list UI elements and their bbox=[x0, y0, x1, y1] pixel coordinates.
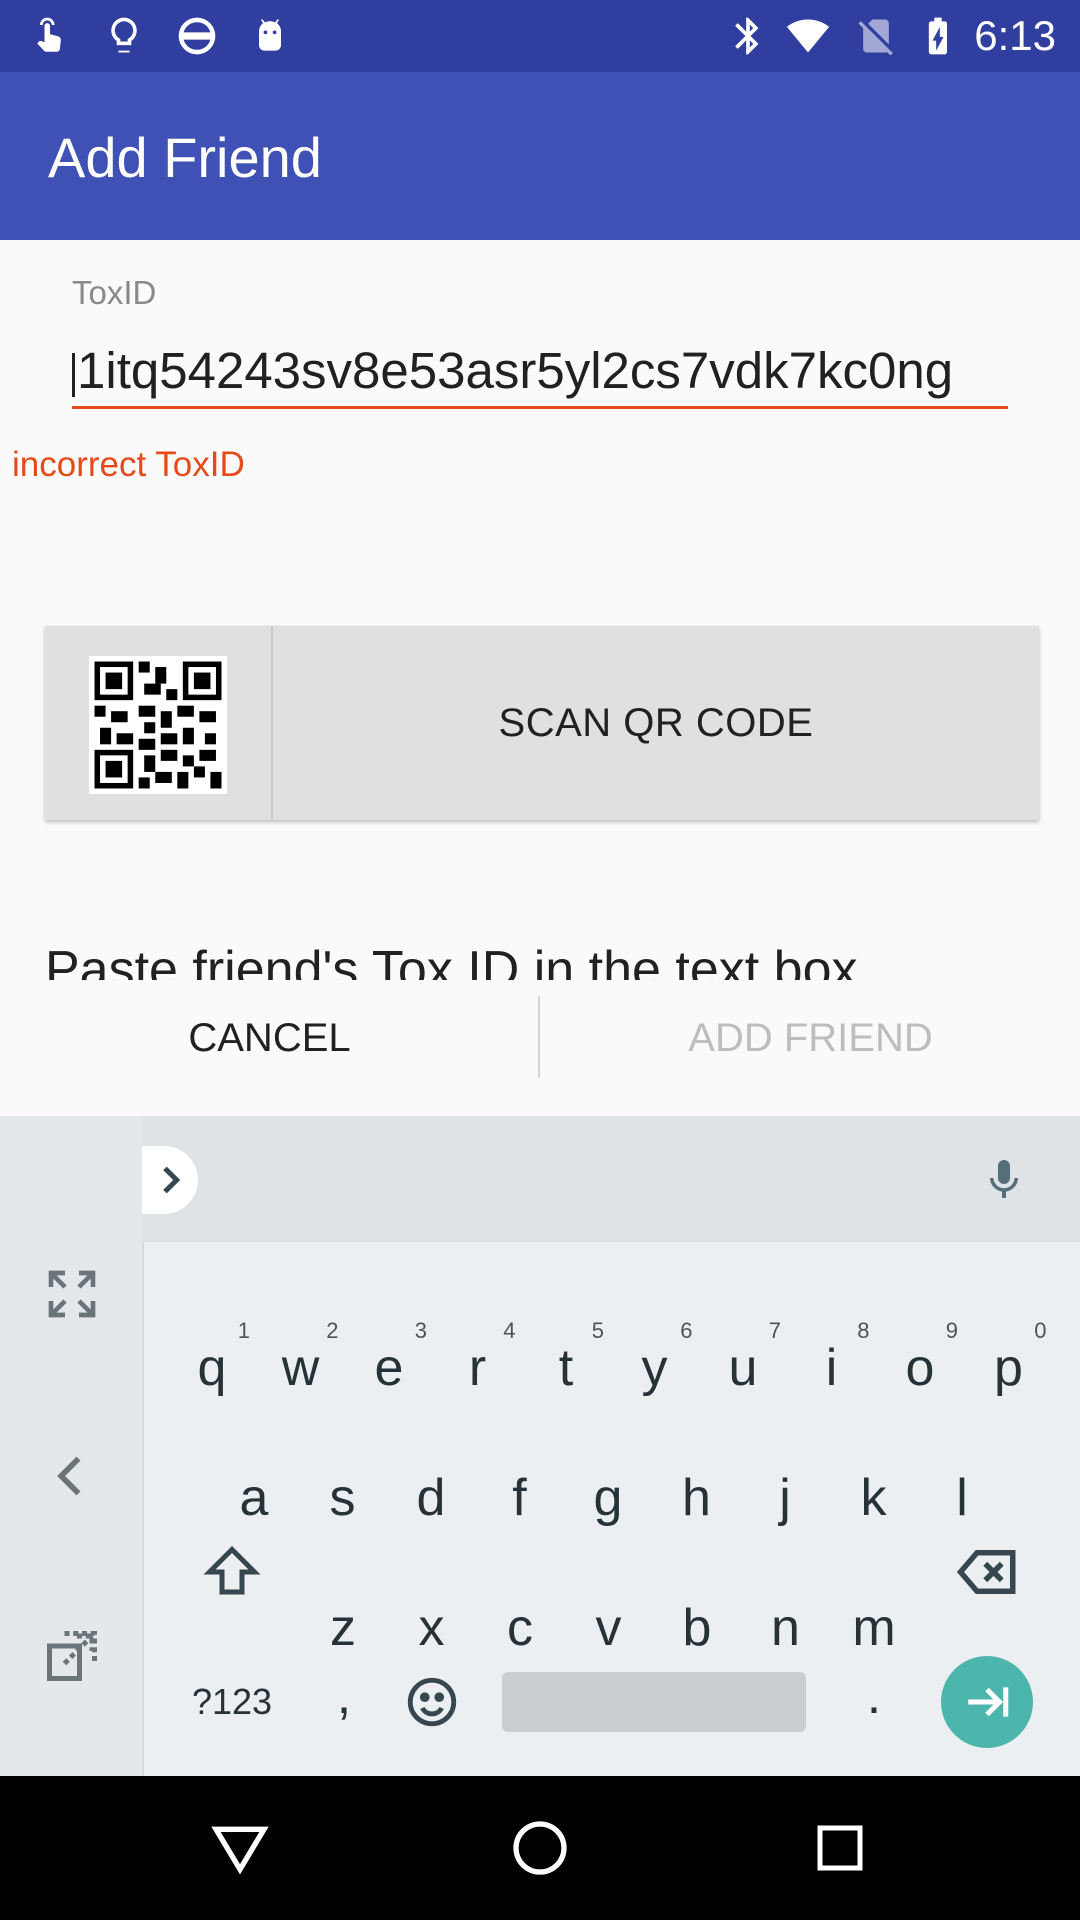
comma-key[interactable]: , bbox=[300, 1636, 388, 1756]
key-label: e bbox=[374, 1339, 404, 1397]
navigation-bar bbox=[0, 1776, 1080, 1920]
add-friend-form: ToxID 1itq54243sv8e53asr5yl2cs7vdk7kc0ng… bbox=[0, 240, 1080, 980]
key-b[interactable]: b bbox=[653, 1568, 741, 1688]
add-friend-button[interactable]: ADD FRIEND bbox=[541, 980, 1080, 1097]
nav-recents-button[interactable] bbox=[804, 1812, 876, 1884]
backspace-key[interactable] bbox=[942, 1512, 1034, 1632]
tab-next-icon bbox=[968, 1687, 1009, 1717]
key-t[interactable]: t5 bbox=[522, 1308, 610, 1428]
chevron-right-icon bbox=[163, 1166, 181, 1194]
back-triangle-icon bbox=[211, 1826, 269, 1875]
key-number-hint: 0 bbox=[1034, 1318, 1047, 1343]
period-key[interactable]: . bbox=[830, 1636, 918, 1756]
key-h[interactable]: h bbox=[653, 1438, 741, 1558]
key-f[interactable]: f bbox=[476, 1438, 564, 1558]
toxid-input[interactable]: 1itq54243sv8e53asr5yl2cs7vdk7kc0ng bbox=[72, 336, 1008, 409]
touch-icon bbox=[26, 12, 74, 60]
fullscreen-icon[interactable] bbox=[44, 1266, 100, 1322]
key-d[interactable]: d bbox=[387, 1438, 475, 1558]
key-q[interactable]: q1 bbox=[168, 1308, 256, 1428]
text-cursor bbox=[72, 352, 75, 397]
scan-qr-label: SCAN QR CODE bbox=[498, 700, 814, 745]
emoji-icon bbox=[407, 1677, 457, 1727]
battery-charging-icon bbox=[914, 12, 962, 60]
bluetooth-icon bbox=[724, 12, 772, 60]
toxid-error: incorrect ToxID bbox=[12, 445, 245, 484]
backspace-icon bbox=[956, 1550, 1016, 1594]
status-bar: 6:13 bbox=[0, 0, 1080, 72]
suggestion-strip bbox=[142, 1116, 1080, 1242]
do-not-disturb-icon bbox=[173, 12, 221, 60]
key-j[interactable]: j bbox=[741, 1438, 829, 1558]
qr-icon-area bbox=[45, 626, 273, 820]
shift-icon bbox=[203, 1545, 261, 1595]
mic-button[interactable] bbox=[976, 1146, 1032, 1214]
nav-back-button[interactable] bbox=[204, 1812, 276, 1884]
key-s[interactable]: s bbox=[299, 1438, 387, 1558]
key-number-hint: 5 bbox=[591, 1318, 604, 1343]
key-number-hint: 7 bbox=[768, 1318, 781, 1343]
space-key[interactable] bbox=[502, 1672, 806, 1732]
key-p[interactable]: p0 bbox=[965, 1308, 1053, 1428]
clock: 6:13 bbox=[974, 12, 1056, 59]
nav-home-button[interactable] bbox=[504, 1812, 576, 1884]
key-label: u bbox=[728, 1339, 758, 1397]
home-circle-icon bbox=[513, 1821, 567, 1875]
instruction-text: Paste friend's Tox ID in the text box bbox=[45, 941, 858, 980]
key-label: w bbox=[281, 1339, 320, 1397]
key-w[interactable]: w2 bbox=[257, 1308, 345, 1428]
key-number-hint: 1 bbox=[237, 1318, 250, 1343]
key-label: y bbox=[641, 1339, 668, 1397]
toxid-value: 1itq54243sv8e53asr5yl2cs7vdk7kc0ng bbox=[77, 342, 954, 399]
next-key[interactable] bbox=[941, 1656, 1033, 1748]
key-e[interactable]: e3 bbox=[345, 1308, 433, 1428]
qr-code-icon bbox=[89, 656, 227, 794]
key-number-hint: 3 bbox=[414, 1318, 427, 1343]
key-label: t bbox=[558, 1339, 574, 1397]
key-k[interactable]: k bbox=[830, 1438, 918, 1558]
soft-keyboard: q1w2e3r4t5y6u7i8o9p0 asdfghjkl zxcvbnm ?… bbox=[0, 1116, 1080, 1776]
app-bar: Add Friend bbox=[0, 72, 1080, 240]
recents-square-icon bbox=[817, 1825, 863, 1871]
key-label: q bbox=[197, 1339, 227, 1397]
symbols-key[interactable]: ?123 bbox=[182, 1642, 282, 1762]
mic-icon bbox=[990, 1160, 1018, 1198]
key-number-hint: 6 bbox=[680, 1318, 693, 1343]
clipboard-icon[interactable] bbox=[42, 1626, 102, 1686]
toxid-label: ToxID bbox=[72, 274, 157, 311]
cancel-button[interactable]: CANCEL bbox=[0, 980, 539, 1097]
lightbulb-icon bbox=[100, 12, 148, 60]
key-number-hint: 4 bbox=[503, 1318, 516, 1343]
key-number-hint: 2 bbox=[326, 1318, 339, 1343]
key-n[interactable]: n bbox=[742, 1568, 830, 1688]
back-arrow-icon[interactable] bbox=[46, 1450, 98, 1502]
key-label: p bbox=[994, 1339, 1023, 1397]
key-y[interactable]: y6 bbox=[611, 1308, 699, 1428]
shift-key[interactable] bbox=[188, 1512, 276, 1632]
emoji-key[interactable] bbox=[388, 1642, 476, 1762]
key-v[interactable]: v bbox=[565, 1568, 653, 1688]
key-number-hint: 8 bbox=[857, 1318, 870, 1343]
dialog-actions: CANCEL ADD FRIEND bbox=[0, 980, 1080, 1097]
key-i[interactable]: i8 bbox=[788, 1308, 876, 1428]
key-g[interactable]: g bbox=[564, 1438, 652, 1558]
key-r[interactable]: r4 bbox=[434, 1308, 522, 1428]
key-o[interactable]: o9 bbox=[876, 1308, 964, 1428]
key-label: o bbox=[905, 1339, 935, 1397]
android-icon bbox=[246, 12, 294, 60]
no-sim-icon bbox=[852, 12, 900, 60]
wifi-icon bbox=[784, 12, 832, 60]
keyboard-side-panel bbox=[0, 1116, 144, 1776]
key-label: i bbox=[825, 1339, 838, 1397]
key-number-hint: 9 bbox=[945, 1318, 958, 1343]
action-divider bbox=[538, 996, 540, 1078]
key-u[interactable]: u7 bbox=[699, 1308, 787, 1428]
key-label: r bbox=[468, 1339, 487, 1397]
key-c[interactable]: c bbox=[476, 1568, 564, 1688]
page-title: Add Friend bbox=[48, 126, 322, 189]
scan-qr-button[interactable]: SCAN QR CODE bbox=[45, 626, 1039, 820]
